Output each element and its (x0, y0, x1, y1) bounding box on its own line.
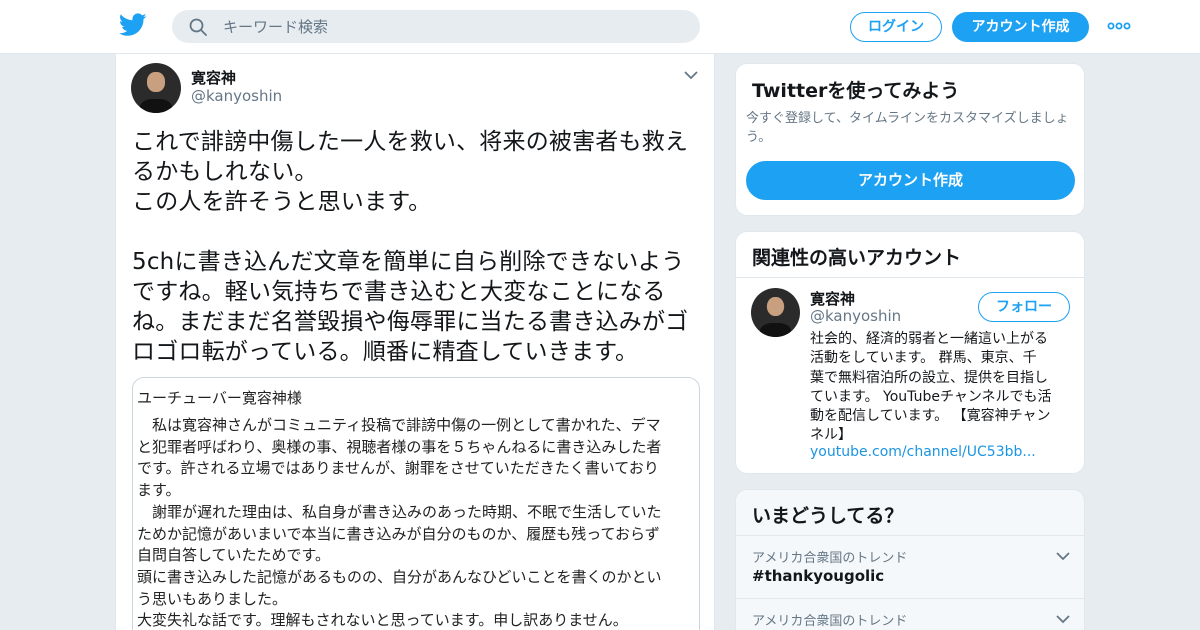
attachment-body: 私は寛容神さんがコミュニティ投稿で誹謗中傷の一例として書かれた、デマ と犯罪者呼… (137, 416, 662, 630)
follow-button[interactable]: フォロー (978, 292, 1070, 322)
avatar[interactable] (131, 63, 181, 113)
top-navigation-bar: ログイン アカウント作成 (0, 0, 1200, 54)
related-account-handle[interactable]: @kanyoshin (810, 307, 901, 325)
related-account-link[interactable]: youtube.com/channel/UC53bb... (810, 444, 1036, 460)
login-button[interactable]: ログイン (850, 12, 942, 42)
chevron-down-icon[interactable] (1056, 551, 1070, 561)
divider (736, 535, 1084, 536)
trends-title: いまどうしてる？ (752, 505, 904, 527)
trends-card: いまどうしてる？ アメリカ合衆国のトレンド #thankyougolic アメリ… (735, 489, 1085, 630)
trend-context: アメリカ合衆国のトレンド (752, 614, 908, 629)
related-account-bio: 社会的、経済的弱者と一緒這い上がる 活動をしています。 群馬、東京、千 葉で無料… (810, 331, 1052, 444)
promo-subtitle: 今すぐ登録して、タイムラインをカスタマイズしましょう。 (746, 111, 1069, 145)
promo-title: Twitterを使ってみよう (752, 80, 960, 102)
twitter-bird-icon[interactable] (119, 13, 147, 37)
more-options-icon[interactable] (1107, 20, 1131, 32)
signup-button[interactable]: アカウント作成 (952, 12, 1089, 42)
avatar[interactable] (751, 288, 800, 337)
tweet-text: これで誹謗中傷した一人を救い、将来の被害者も救え るかもしれない。 この人を許そ… (132, 129, 689, 365)
related-accounts-card: 関連性の高いアカウント 寛容神 @kanyoshin フォロー 社会的、経済的弱… (735, 231, 1085, 474)
promo-signup-button[interactable]: アカウント作成 (746, 161, 1075, 200)
search-input[interactable] (223, 11, 683, 42)
chevron-down-icon[interactable] (684, 70, 698, 80)
related-account-name[interactable]: 寛容神 (810, 288, 855, 309)
divider (736, 277, 1084, 278)
related-title: 関連性の高いアカウント (752, 247, 962, 269)
trend-item[interactable]: #thankyougolic (752, 567, 884, 585)
chevron-down-icon[interactable] (1056, 614, 1070, 624)
trend-context: アメリカ合衆国のトレンド (752, 551, 908, 566)
attachment-title: ユーチューバー寛容神様 (137, 389, 302, 407)
tweet-author-name[interactable]: 寛容神 (191, 67, 236, 88)
tweet-attached-image[interactable]: ユーチューバー寛容神様 私は寛容神さんがコミュニティ投稿で誹謗中傷の一例として書… (132, 377, 700, 630)
tweet-card: 寛容神 @kanyoshin これで誹謗中傷した一人を救い、将来の被害者も救え … (115, 54, 715, 630)
search-box[interactable] (172, 10, 700, 43)
search-icon (189, 18, 207, 36)
divider (736, 598, 1084, 599)
tweet-author-handle[interactable]: @kanyoshin (191, 87, 282, 105)
signup-promo-card: Twitterを使ってみよう 今すぐ登録して、タイムラインをカスタマイズしましょ… (735, 63, 1085, 216)
